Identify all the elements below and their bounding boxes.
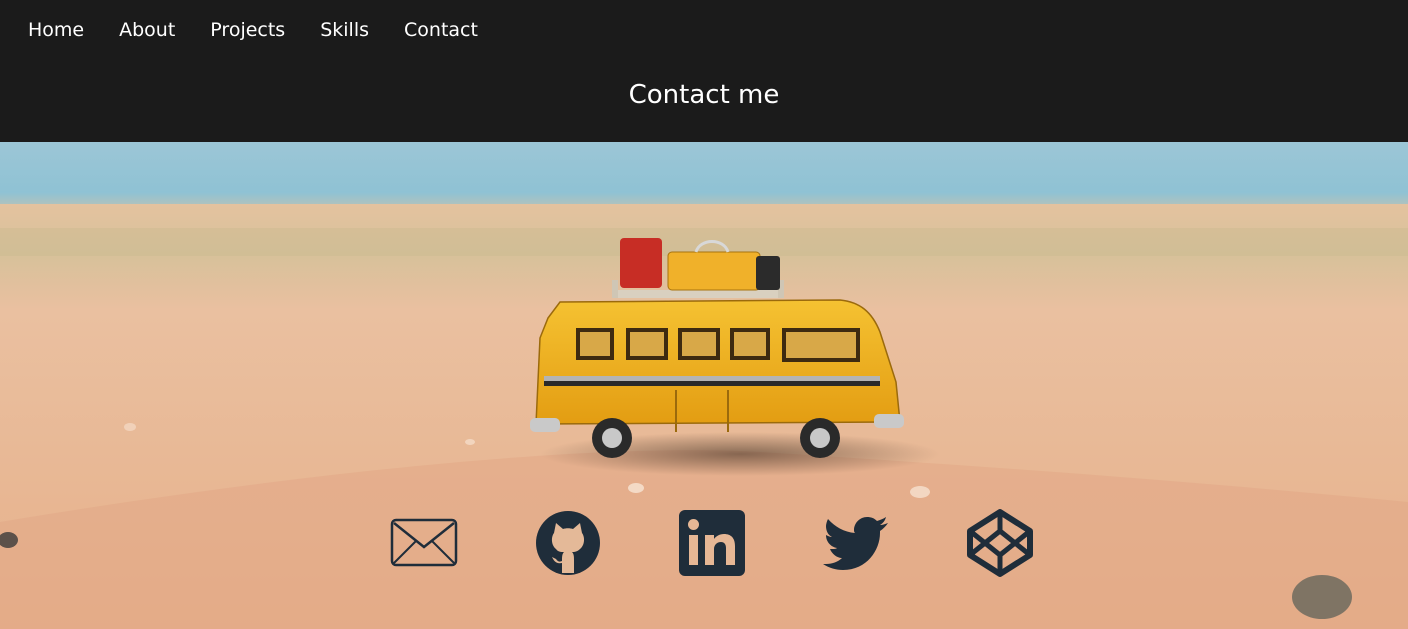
codepen-link[interactable] — [962, 505, 1038, 581]
email-link[interactable] — [386, 505, 462, 581]
codepen-icon — [967, 509, 1033, 577]
page-title: Contact me — [628, 80, 780, 110]
nav-projects-link[interactable]: Projects — [210, 16, 285, 44]
nav-about-link[interactable]: About — [119, 16, 175, 44]
page: Home About Projects Skills Contact Conta… — [0, 0, 1408, 629]
linkedin-icon — [679, 510, 745, 576]
linkedin-link[interactable] — [674, 505, 750, 581]
nav-contact-link[interactable]: Contact — [404, 16, 478, 44]
main-nav: Home About Projects Skills Contact — [28, 16, 513, 44]
nav-home-link[interactable]: Home — [28, 16, 84, 44]
social-links — [0, 505, 1408, 585]
github-icon — [536, 511, 600, 575]
github-link[interactable] — [530, 505, 606, 581]
email-icon — [390, 518, 458, 567]
twitter-icon — [823, 517, 888, 570]
nav-skills-link[interactable]: Skills — [320, 16, 369, 44]
twitter-link[interactable] — [818, 505, 894, 581]
header: Home About Projects Skills Contact Conta… — [0, 0, 1408, 142]
